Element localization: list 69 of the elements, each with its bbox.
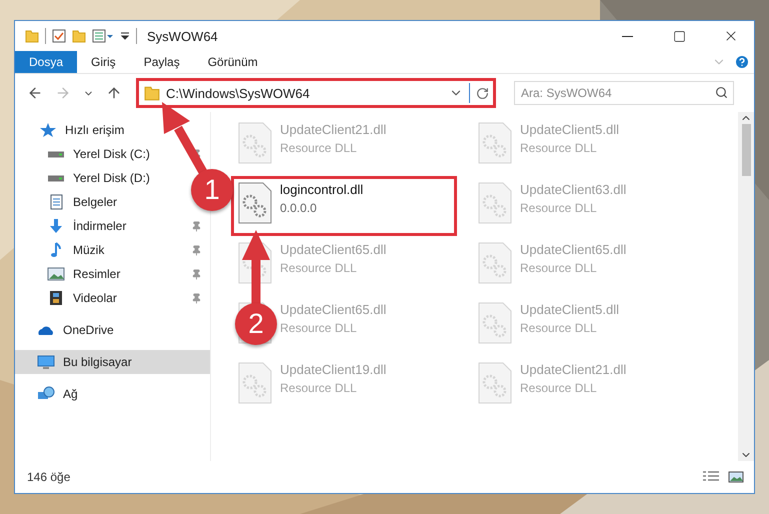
sidebar-item[interactable]: Yerel Disk (D:) bbox=[73, 171, 150, 185]
maximize-icon bbox=[672, 30, 686, 42]
address-bar[interactable]: C:\Windows\SysWOW64 bbox=[136, 78, 496, 108]
file-menu-button[interactable]: Dosya bbox=[15, 51, 78, 73]
file-name: UpdateClient5.dll bbox=[520, 302, 620, 317]
dll-file-icon bbox=[238, 362, 272, 404]
file-detail: Resource DLL bbox=[520, 261, 598, 275]
file-detail: Resource DLL bbox=[520, 381, 598, 395]
file-name: UpdateClient65.dll bbox=[280, 242, 386, 257]
ribbon-tab[interactable]: Paylaş bbox=[130, 51, 194, 73]
file-name: logincontrol.dll bbox=[280, 182, 364, 197]
star-icon bbox=[39, 122, 57, 138]
ribbon-tab[interactable]: Giriş bbox=[77, 51, 130, 73]
search-icon bbox=[715, 86, 728, 99]
properties-icon[interactable] bbox=[52, 29, 66, 43]
file-name: UpdateClient5.dll bbox=[520, 122, 620, 137]
file-name: UpdateClient65.dll bbox=[280, 302, 386, 317]
download-icon bbox=[47, 218, 65, 234]
search-field[interactable]: Ara: SysWOW64 bbox=[514, 81, 734, 105]
refresh-icon[interactable] bbox=[476, 86, 489, 100]
dll-file-icon bbox=[478, 182, 512, 224]
network-icon bbox=[37, 386, 55, 402]
file-name: UpdateClient21.dll bbox=[280, 122, 386, 137]
item-count: 146 öğe bbox=[27, 470, 72, 484]
sidebar-item[interactable]: Videolar bbox=[73, 291, 117, 305]
sidebar-item[interactable]: İndirmeler bbox=[73, 219, 126, 233]
picture-icon bbox=[47, 266, 65, 282]
file-detail: Resource DLL bbox=[520, 141, 598, 155]
folder-icon bbox=[72, 29, 86, 43]
file-name: UpdateClient19.dll bbox=[280, 362, 386, 377]
sidebar-item[interactable]: Ağ bbox=[63, 387, 78, 401]
file-name: UpdateClient21.dll bbox=[520, 362, 626, 377]
customize-toolbar-icon[interactable] bbox=[92, 29, 114, 43]
film-icon bbox=[47, 290, 65, 306]
scrollbar-thumb[interactable] bbox=[742, 124, 750, 176]
dll-file-icon bbox=[478, 122, 512, 164]
sidebar-item[interactable]: Yerel Disk (C:) bbox=[73, 147, 150, 161]
file-detail: Resource DLL bbox=[520, 201, 598, 215]
address-path: C:\Windows\SysWOW64 bbox=[166, 86, 311, 100]
drive-icon bbox=[47, 174, 65, 182]
file-detail: Resource DLL bbox=[280, 141, 358, 155]
file-detail: Resource DLL bbox=[280, 321, 358, 335]
file-detail: Resource DLL bbox=[280, 261, 358, 275]
dll-file-icon bbox=[478, 362, 512, 404]
scrollbar[interactable] bbox=[738, 112, 754, 461]
file-name: UpdateClient65.dll bbox=[520, 242, 626, 257]
file-name: UpdateClient63.dll bbox=[520, 182, 626, 197]
help-icon bbox=[734, 54, 750, 70]
sidebar-item[interactable]: Resimler bbox=[73, 267, 120, 281]
sidebar-item[interactable]: Müzik bbox=[73, 243, 104, 257]
sidebar-item[interactable]: OneDrive bbox=[63, 323, 114, 337]
drive-icon bbox=[47, 150, 65, 158]
dll-file-icon bbox=[238, 182, 272, 224]
folder-icon bbox=[144, 85, 160, 101]
ribbon-tab[interactable]: Görünüm bbox=[194, 51, 272, 73]
file-detail: Resource DLL bbox=[280, 381, 358, 395]
window-title: SysWOW64 bbox=[147, 28, 219, 44]
large-icons-view-icon[interactable] bbox=[728, 470, 744, 484]
dll-file-icon bbox=[478, 242, 512, 284]
file-detail: 0.0.0.0 bbox=[280, 201, 318, 215]
folder-icon bbox=[25, 29, 39, 43]
dll-file-icon bbox=[238, 122, 272, 164]
file-detail: Resource DLL bbox=[520, 321, 598, 335]
computer-icon bbox=[37, 354, 55, 370]
sidebar-item[interactable]: Hızlı erişim bbox=[65, 123, 124, 137]
dll-file-icon bbox=[478, 302, 512, 344]
sidebar-item[interactable]: Bu bilgisayar bbox=[63, 355, 132, 369]
file-item[interactable]: logincontrol.dll 0.0.0.0 bbox=[231, 176, 457, 236]
sidebar-item[interactable]: Belgeler bbox=[73, 195, 118, 209]
